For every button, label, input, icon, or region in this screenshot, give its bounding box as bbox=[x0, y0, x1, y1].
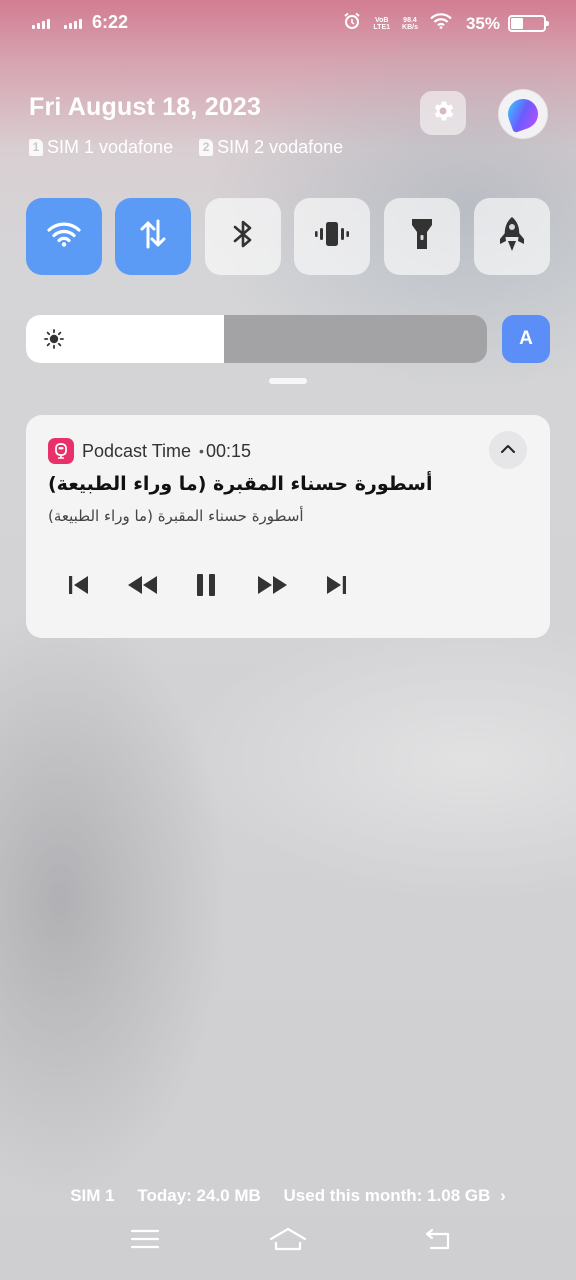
volte-indicator: VoB LTE1 bbox=[373, 16, 391, 31]
home-icon bbox=[269, 1227, 307, 1256]
battery-icon bbox=[508, 15, 549, 32]
skip-previous-button[interactable] bbox=[62, 570, 96, 604]
skip-next-icon bbox=[324, 574, 348, 601]
media-controls bbox=[62, 570, 362, 604]
chevron-up-icon bbox=[500, 441, 516, 459]
quick-settings-tiles bbox=[26, 198, 550, 275]
alarm-icon bbox=[343, 12, 361, 35]
fast-forward-icon bbox=[256, 574, 288, 601]
flashlight-icon bbox=[410, 217, 434, 256]
bluetooth-tile[interactable] bbox=[205, 198, 281, 275]
rewind-button[interactable] bbox=[126, 570, 160, 604]
notification-header: Podcast Time • 00:15 bbox=[48, 438, 251, 464]
app-logo-icon bbox=[503, 94, 543, 134]
fast-forward-button[interactable] bbox=[255, 570, 289, 604]
collapse-button[interactable] bbox=[489, 431, 527, 469]
menu-icon bbox=[130, 1229, 160, 1254]
status-time: 6:22 bbox=[92, 12, 129, 32]
brightness-sun-icon bbox=[44, 329, 64, 354]
vibrate-tile[interactable] bbox=[294, 198, 370, 275]
back-icon bbox=[423, 1228, 453, 1255]
auto-brightness-button[interactable]: A bbox=[502, 315, 550, 363]
skip-next-button[interactable] bbox=[319, 570, 353, 604]
battery-percent: 35% bbox=[465, 13, 500, 33]
status-bar: 6:22 VoB LTE1 98.4 KB/s 35% bbox=[0, 0, 576, 46]
media-notification[interactable]: Podcast Time • 00:15 أسطورة حسناء المقبر… bbox=[26, 415, 550, 638]
data-usage-summary[interactable]: SIM 1 Today: 24.0 MB Used this month: 1.… bbox=[0, 1186, 576, 1206]
sim2-badge-icon: 2 bbox=[199, 139, 214, 156]
data-usage-today: Today: 24.0 MB bbox=[137, 1186, 261, 1205]
signal-sim2-icon bbox=[64, 17, 82, 29]
episode-title: أسطورة حسناء المقبرة (ما وراء الطبيعة) bbox=[48, 473, 433, 495]
pause-icon bbox=[195, 573, 217, 602]
bluetooth-icon bbox=[231, 218, 255, 255]
sim2-label: SIM 2 vodafone bbox=[217, 137, 344, 157]
sim-operators: 1 SIM 1 vodafone 2 SIM 2 vodafone bbox=[29, 137, 343, 158]
gear-icon bbox=[430, 98, 456, 129]
home-button[interactable] bbox=[268, 1226, 308, 1256]
wifi-status-icon bbox=[430, 13, 452, 34]
sim2-operator: 2 SIM 2 vodafone bbox=[199, 137, 343, 158]
rocket-tile[interactable] bbox=[474, 198, 550, 275]
account-avatar[interactable] bbox=[499, 90, 547, 138]
panel-drag-handle[interactable] bbox=[269, 378, 307, 384]
wifi-tile[interactable] bbox=[26, 198, 102, 275]
app-name: Podcast Time bbox=[82, 440, 192, 461]
chevron-right-icon: › bbox=[500, 1186, 506, 1205]
wifi-icon bbox=[47, 221, 81, 252]
signal-sim1-icon bbox=[32, 17, 50, 29]
rocket-icon bbox=[498, 216, 526, 257]
net-speed-indicator: 98.4 KB/s bbox=[402, 16, 418, 31]
settings-button[interactable] bbox=[420, 91, 466, 135]
episode-subtitle: أسطورة حسناء المقبرة (ما وراء الطبيعة) bbox=[48, 507, 304, 525]
elapsed-time: 00:15 bbox=[205, 440, 251, 461]
recents-button[interactable] bbox=[125, 1226, 165, 1256]
mobile-data-icon bbox=[139, 219, 167, 254]
mobile-data-tile[interactable] bbox=[115, 198, 191, 275]
navigation-bar bbox=[0, 1226, 576, 1256]
back-button[interactable] bbox=[418, 1226, 458, 1256]
data-usage-sim: SIM 1 bbox=[70, 1186, 115, 1205]
sim1-badge-icon: 1 bbox=[29, 139, 43, 156]
separator-dot: • bbox=[199, 443, 204, 459]
vibrate-icon bbox=[315, 220, 349, 253]
sim1-label: SIM 1 vodafone bbox=[47, 137, 174, 157]
skip-previous-icon bbox=[67, 574, 91, 601]
pause-button[interactable] bbox=[189, 570, 223, 604]
sim1-operator: 1 SIM 1 vodafone bbox=[29, 137, 173, 158]
date-label: Fri August 18, 2023 bbox=[29, 93, 262, 121]
brightness-slider[interactable] bbox=[26, 315, 487, 363]
flashlight-tile[interactable] bbox=[384, 198, 460, 275]
data-usage-month: Used this month: 1.08 GB bbox=[283, 1186, 491, 1205]
podcast-app-icon bbox=[48, 438, 74, 464]
rewind-icon bbox=[127, 574, 159, 601]
